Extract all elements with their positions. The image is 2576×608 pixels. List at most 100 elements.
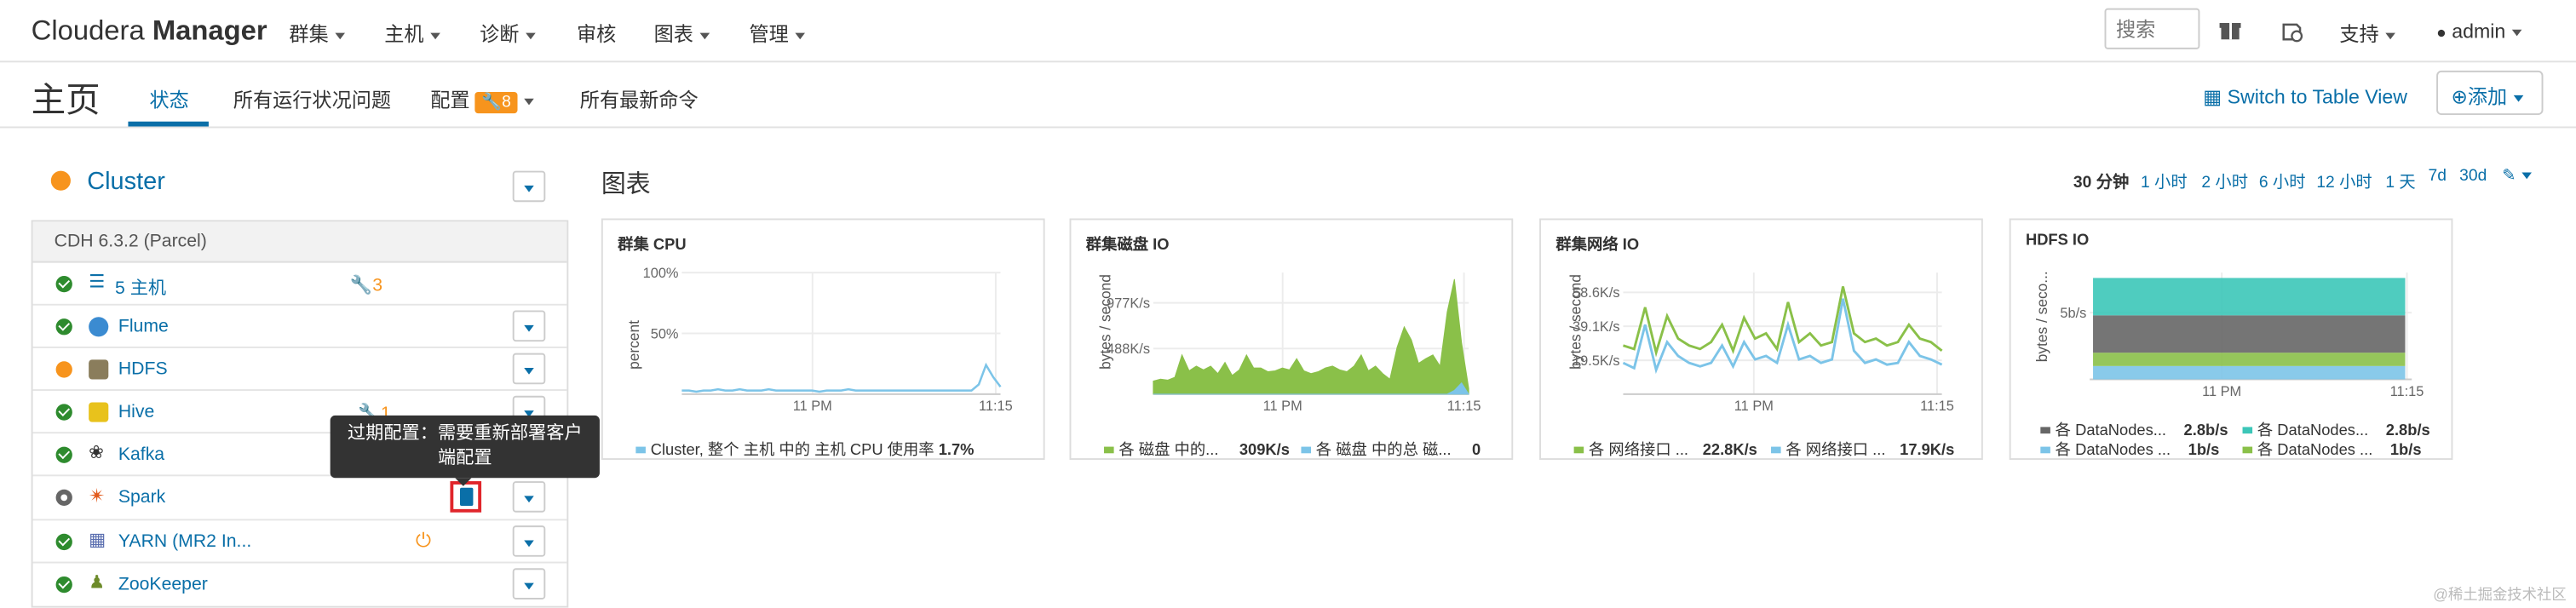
service-name[interactable]: 5 主机 [115,274,166,301]
nav-diagnostics[interactable]: 诊断 [480,20,536,48]
tab-configuration[interactable]: 配置 🔧8 [430,85,534,114]
chart-plot: bytes / second58.6K/s39.1K/s19.5K/s11 PM… [1567,272,1954,414]
legend-item[interactable]: 各 DataNodes ... 1b/s [2242,437,2422,460]
chart-hdfs-io[interactable]: HDFS IO bytes / seco... 5b/s 11 PM 11:15 各 … [2009,218,2453,461]
custom-range-pencil-icon[interactable]: ✎ [2502,168,2533,186]
restart-needed-icon[interactable]: ⏻ [416,528,431,553]
x-tick-label: 11 PM [1734,399,1774,414]
service-actions-dropdown[interactable] [512,525,546,556]
service-name[interactable]: Kafka [118,445,164,465]
nav-charts[interactable]: 图表 [654,20,710,48]
add-button[interactable]: ⊕添加 [2436,70,2544,116]
stale-config-icon[interactable] [450,481,482,513]
tab-status[interactable]: 状态 [150,85,189,113]
chevron-down-icon [526,32,536,39]
legend-item[interactable]: 各 DataNodes ... 1b/s [2040,437,2219,460]
zookeeper-icon: ♟ [89,572,106,593]
watermark: @稀土掘金技术社区 [2433,586,2567,603]
time-range-2h[interactable]: 2 小时 [2201,168,2248,192]
service-name[interactable]: Flume [118,317,169,336]
service-actions-dropdown[interactable] [512,481,546,513]
nav-hosts[interactable]: 主机 [384,20,440,48]
x-tick-label: 11:15 [1920,399,1954,414]
status-good-icon [55,447,72,464]
chart-cluster-disk-io[interactable]: 群集磁盘 IO bytes / second 977K/s 488K/s 11 PM 1… [1069,218,1514,461]
list-item-hosts[interactable]: ☰ 5 主机 🔧3 [32,263,567,306]
legend-item[interactable]: 各 磁盘 中的总 磁... 0 [1301,437,1481,460]
time-range-12h[interactable]: 12 小时 [2316,168,2372,192]
x-tick-label: 11:15 [2390,384,2424,399]
list-item-zookeeper[interactable]: ♟ ZooKeeper [33,563,567,605]
status-good-icon [55,532,72,550]
brand-logo[interactable]: Cloudera Manager [32,14,267,48]
chevron-down-icon [430,32,440,39]
stale-config-tooltip: 过期配置：需要重新部署客户端配置 [330,415,600,486]
user-icon: ● [2436,24,2447,43]
legend-item[interactable]: 各 网络接口 ... 22.8K/s [1573,437,1757,460]
service-actions-dropdown[interactable] [512,353,546,385]
config-issue-badge[interactable]: 🔧3 [350,274,382,295]
legend-item[interactable]: Cluster, 整个 主机 中的 主机 CPU 使用率 1.7% [635,437,974,460]
y-tick-label: 977K/s [1107,295,1150,311]
chart-cluster-cpu[interactable]: 群集 CPU percent 100% 50% 11 PM 11:15 Cluster,… [601,218,1045,461]
service-actions-dropdown[interactable] [512,567,546,599]
legend-item[interactable]: 各 磁盘 中的... 309K/s [1104,437,1290,460]
wrench-icon: 🔧 [481,93,503,112]
nav-clusters[interactable]: 群集 [289,20,346,48]
nav-audits[interactable]: 审核 [577,20,616,48]
active-tab-indicator [128,121,209,127]
config-issues-badge: 🔧8 [474,92,518,114]
y-axis-label: bytes / seco... [2033,271,2050,362]
cluster-actions-dropdown[interactable] [512,170,546,203]
status-stopped-icon [55,490,72,507]
time-range-30d[interactable]: 30d [2459,168,2487,186]
service-name[interactable]: ZooKeeper [118,574,208,594]
list-item-yarn[interactable]: ▦ YARN (MR2 In... ⏻ [32,520,567,563]
cluster-name-link[interactable]: Cluster [87,168,165,196]
time-range-6h[interactable]: 6 小时 [2259,168,2306,192]
time-range-1h[interactable]: 1 小时 [2141,168,2188,192]
nav-support[interactable]: 支持 [2339,20,2395,48]
nav-user-menu[interactable]: ● admin [2436,20,2522,43]
series-line-cpu [681,362,1002,393]
x-tick-label: 11:15 [979,399,1013,414]
time-range-30m[interactable]: 30 分钟 [2073,168,2129,192]
y-tick-label: 58.6K/s [1573,285,1620,301]
service-name[interactable]: Hive [118,403,154,422]
yarn-icon: ▦ [89,530,106,550]
chevron-down-icon [524,98,534,106]
nav-admin[interactable]: 管理 [749,20,806,48]
service-actions-dropdown[interactable] [512,310,546,342]
y-tick-label: 50% [651,326,679,341]
list-item-hdfs[interactable]: HDFS [32,348,567,392]
chevron-down-icon [2511,29,2522,37]
chevron-down-icon [2513,95,2524,102]
parcel-icon[interactable] [2219,20,2241,41]
service-list: CDH 6.3.2 (Parcel) ☰ 5 主机 🔧3 Flume HDFS … [31,220,569,608]
list-icon: ☰ [89,272,106,293]
service-name[interactable]: HDFS [118,360,168,380]
service-name[interactable]: YARN (MR2 In... [118,531,251,551]
y-tick-label: 100% [643,266,679,281]
hive-icon [89,403,109,423]
service-name[interactable]: Spark [118,489,165,508]
time-range-7d[interactable]: 7d [2428,168,2446,186]
search-input[interactable] [2104,8,2200,49]
chevron-down-icon [2385,32,2395,39]
switch-to-table-view-link[interactable]: ▦ Switch to Table View [2203,85,2407,108]
tab-recent-commands[interactable]: 所有最新命令 [580,85,699,113]
running-commands-icon[interactable] [2280,20,2303,43]
chevron-down-icon [795,32,806,39]
legend-item[interactable]: 各 网络接口 ... 17.9K/s [1771,437,1954,460]
x-tick-label: 11 PM [2202,384,2241,399]
top-navbar: Cloudera Manager 群集 主机 诊断 审核 图表 管理 支持 ● … [0,0,2576,63]
tab-health-issues[interactable]: 所有运行状况问题 [233,85,391,113]
status-good-icon [55,276,72,293]
list-item-flume[interactable]: Flume [32,306,567,349]
list-item-spark[interactable]: ✴ Spark [32,477,567,520]
chart-plot: bytes / second977K/s488K/s11 PM 11:15 [1097,272,1481,414]
series-band-2 [2093,365,2406,380]
time-range-1d[interactable]: 1 天 [2385,168,2415,192]
y-tick-label: 5b/s [2060,306,2086,321]
chart-cluster-network-io[interactable]: 群集网络 IO bytes / second 58.6K/s 39.1K/s 19.5… [1539,218,1983,461]
